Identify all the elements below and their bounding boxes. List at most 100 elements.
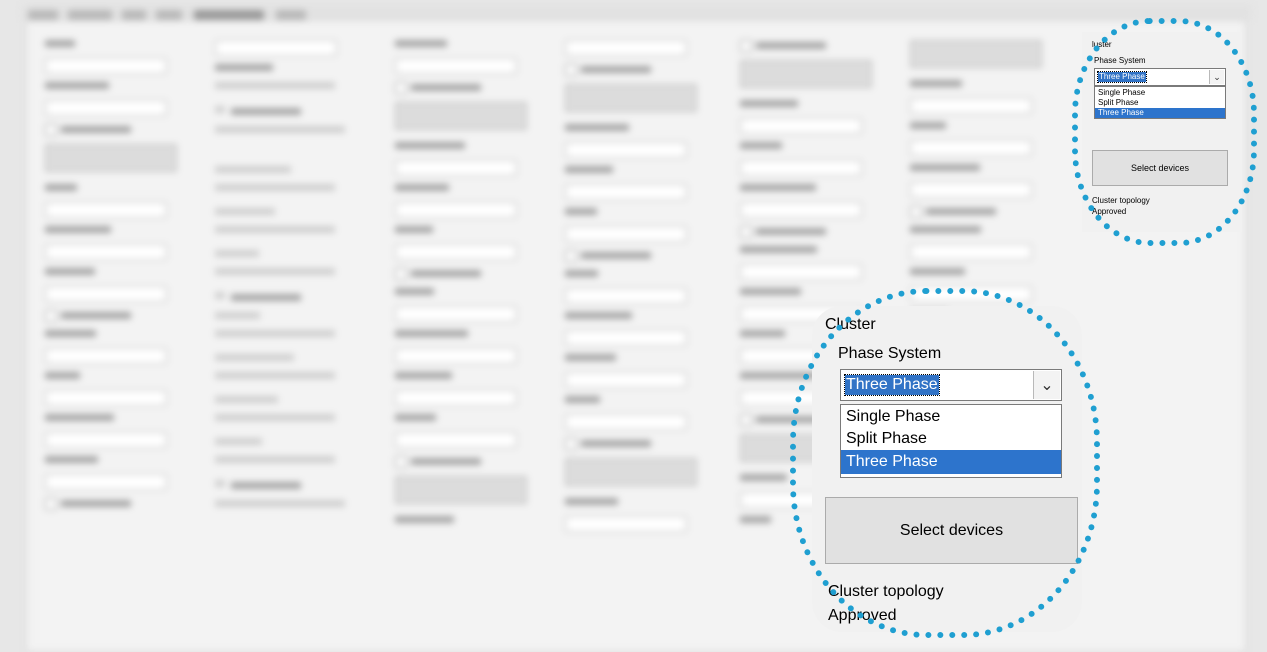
blurred-control [565,438,577,450]
blurred-control [395,40,447,47]
blurred-control [215,106,225,113]
blurred-control [910,98,1032,114]
blurred-control [45,268,95,275]
blurred-control [910,206,922,218]
blurred-control [45,498,57,510]
blurred-control [45,474,167,490]
phase-option-single[interactable]: Single Phase [841,406,1061,428]
blurred-control [215,414,335,421]
blurred-control [565,330,687,346]
blurred-label [61,312,131,319]
phase-system-combo-small[interactable]: Three Phase ⌄ [1094,68,1226,86]
blurred-control [565,396,600,403]
chevron-down-icon[interactable]: ⌄ [1209,70,1224,84]
blurred-control [215,372,335,379]
blurred-control [565,458,697,486]
blurred-control [45,124,57,136]
blurred-control [910,286,1032,302]
blurred-control [740,264,862,280]
blurred-label [411,270,481,277]
phase-system-list: Single Phase Split Phase Three Phase [840,404,1062,478]
blurred-control [565,270,598,277]
select-devices-button[interactable]: Select devices [825,497,1078,564]
menu-item[interactable] [276,10,306,20]
blurred-control [45,456,98,463]
blurred-control [740,40,752,52]
blurred-control [215,354,294,361]
blurred-control [395,330,468,337]
blurred-control [565,288,687,304]
blurred-control [740,516,771,523]
phase-option-split[interactable]: Split Phase [841,428,1061,450]
menu-item[interactable] [28,10,58,20]
phase-option-single-small[interactable]: Single Phase [1095,88,1225,98]
blurred-label [231,482,301,489]
blurred-control [565,124,629,131]
blurred-control [215,480,225,487]
blurred-control [215,438,262,445]
select-devices-button-small[interactable]: Select devices [1092,150,1228,186]
blurred-control [45,226,111,233]
blurred-control [740,118,862,134]
blurred-control [215,250,259,257]
phase-system-label-small: Phase System [1094,56,1146,65]
blurred-control [740,160,862,176]
blurred-control [740,474,787,481]
menu-item[interactable] [156,10,182,20]
chevron-down-icon[interactable]: ⌄ [1033,371,1060,399]
blurred-label [61,126,131,133]
blurred-control [740,60,872,88]
blurred-control [45,100,167,116]
phase-option-three-small[interactable]: Three Phase [1095,108,1225,118]
blurred-control [395,102,527,130]
blurred-control [395,456,407,468]
blurred-control [395,142,465,149]
blurred-control [565,498,618,505]
menu-item[interactable] [122,10,146,20]
blurred-control [565,312,632,319]
blurred-label [581,66,651,73]
phase-option-three[interactable]: Three Phase [841,450,1061,474]
blurred-control [395,268,407,280]
blurred-control [45,372,80,379]
blurred-control [215,330,335,337]
cluster-topology-label-small: Cluster topology [1092,196,1150,205]
blurred-control [45,330,96,337]
phase-system-label: Phase System [838,345,942,362]
blurred-control [740,372,819,379]
blurred-label [926,208,996,215]
blurred-label [231,294,301,301]
menu-item[interactable] [68,10,112,20]
blurred-control [45,144,177,172]
blurred-control [395,82,407,94]
menu-item[interactable] [194,10,264,20]
cluster-topology-status: Approved [828,607,897,624]
blurred-control [565,184,687,200]
phase-option-split-small[interactable]: Split Phase [1095,98,1225,108]
blurred-control [45,184,77,191]
blurred-control [215,268,335,275]
blurred-control [45,414,114,421]
blurred-control [395,432,517,448]
blurred-control [215,456,335,463]
blurred-control [215,64,273,71]
blurred-control [395,306,517,322]
blurred-control [215,292,225,299]
blurred-control [565,142,687,158]
cluster-group-small: luster Phase System Three Phase ⌄ Single… [1082,32,1242,232]
blurred-control [740,100,798,107]
blurred-control [565,354,616,361]
blurred-control [740,184,816,191]
blurred-control [395,202,517,218]
blurred-control [395,184,449,191]
blurred-control [910,140,1032,156]
blurred-control [565,166,613,173]
phase-system-combo[interactable]: Three Phase ⌄ [840,369,1062,401]
cluster-group: Cluster Phase System Three Phase ⌄ Singl… [812,306,1082,632]
blurred-control [565,250,577,262]
blurred-control [910,164,980,171]
blurred-control [215,40,337,56]
blurred-label [411,458,481,465]
blurred-control [215,82,335,89]
blurred-control [215,208,275,215]
